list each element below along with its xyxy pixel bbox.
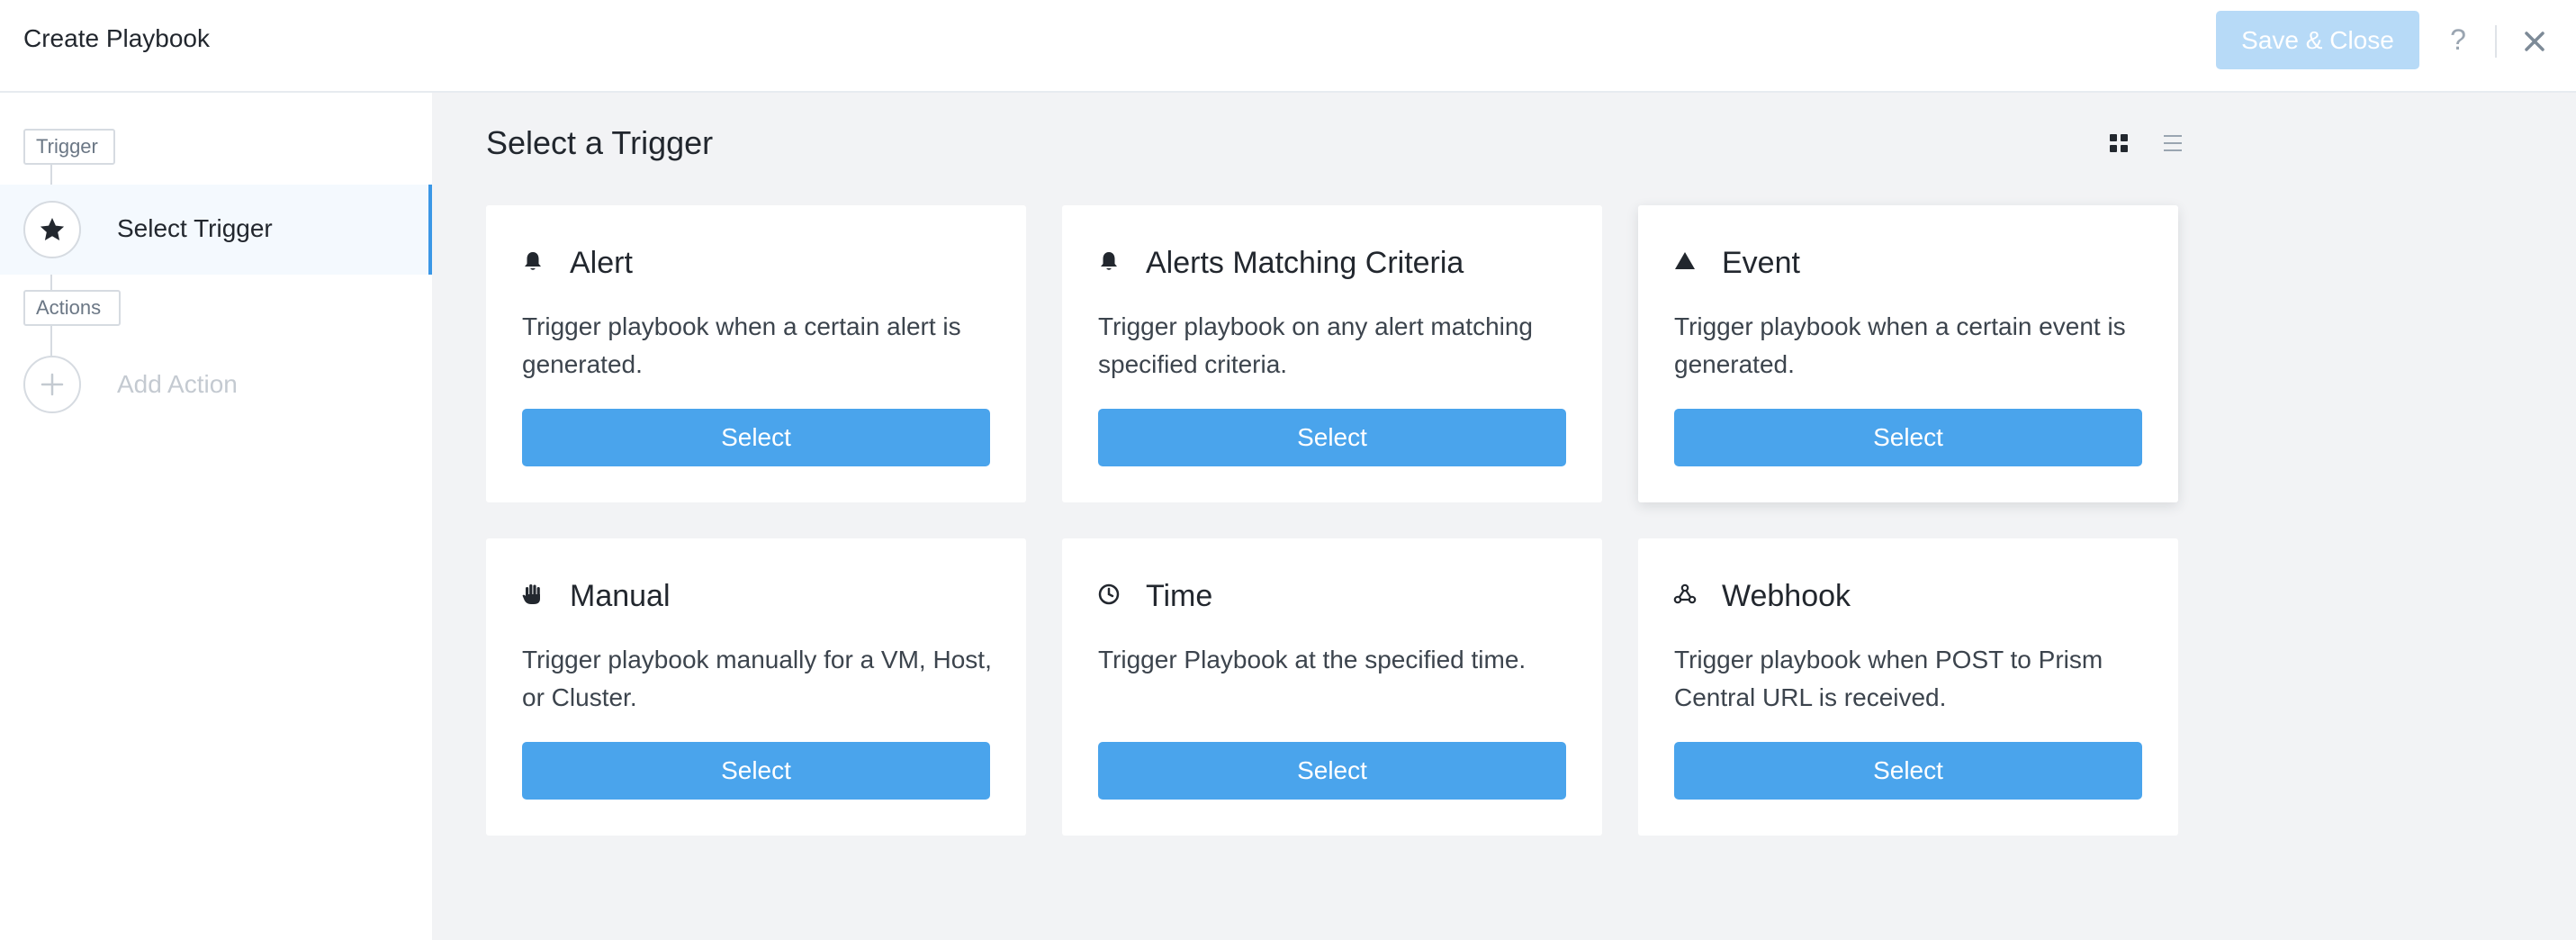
step-connector [50,275,52,290]
card-title: Alert [570,246,633,280]
step-label: Select Trigger [117,214,273,242]
section-title: Select a Trigger [486,124,714,161]
grid-view-icon[interactable] [2103,127,2135,159]
card-title: Event [1722,246,1800,280]
star-icon [40,218,65,240]
card-description: Trigger playbook when a certain event is… [1674,312,2126,378]
select-button[interactable]: Select [1674,742,2142,800]
trigger-section-tag: Trigger [23,129,115,165]
select-button[interactable]: Select [522,409,990,466]
card-title: Webhook [1722,579,1851,613]
card-description: Trigger playbook manually for a VM, Host… [522,646,992,711]
select-button[interactable]: Select [522,742,990,800]
main-content: Select a Trigger Alert Trigger playbook … [432,93,2576,940]
card-title: Manual [570,579,671,613]
card-description: Trigger playbook when POST to Prism Cent… [1674,646,2103,711]
card-description: Trigger playbook when a certain alert is… [522,312,961,378]
trigger-card-alert: Alert Trigger playbook when a certain al… [486,205,1026,502]
trigger-card-webhook: Webhook Trigger playbook when POST to Pr… [1638,538,2178,836]
step-circle [23,356,81,413]
header: Create Playbook Save & Close ? [0,0,2576,93]
save-close-button[interactable]: Save & Close [2216,11,2419,69]
actions-section-tag: Actions [23,290,121,326]
select-button[interactable]: Select [1098,742,1566,800]
hand-icon [520,582,545,607]
step-connector [50,165,52,185]
help-button[interactable]: ? [2445,20,2472,59]
bell-icon [520,249,545,274]
card-description: Trigger playbook on any alert matching s… [1098,312,1533,378]
trigger-card-event: Event Trigger playbook when a certain ev… [1638,205,2178,502]
webhook-icon [1672,582,1698,607]
step-label: Add Action [117,370,238,398]
trigger-card-time: Time Trigger Playbook at the specified t… [1062,538,1602,836]
trigger-card-manual: Manual Trigger playbook manually for a V… [486,538,1026,836]
sidebar-step-add-action[interactable]: Add Action [0,356,432,428]
bell-icon [1096,249,1121,274]
select-button[interactable]: Select [1674,409,2142,466]
header-divider [2495,25,2497,58]
list-view-icon[interactable] [2157,127,2189,159]
trigger-card-alerts-matching-criteria: Alerts Matching Criteria Trigger playboo… [1062,205,1602,502]
step-circle [23,201,81,258]
sidebar-step-select-trigger[interactable]: Select Trigger [0,185,432,275]
page-title: Create Playbook [23,24,211,52]
steps-sidebar: Trigger Select Trigger Actions Add Actio… [0,93,432,940]
plus-icon [41,373,64,396]
card-description: Trigger Playbook at the specified time. [1098,646,1527,673]
clock-icon [1096,582,1121,607]
card-title: Time [1146,579,1213,613]
close-icon[interactable] [2517,23,2553,59]
step-connector [50,326,52,356]
select-button[interactable]: Select [1098,409,1566,466]
triangle-icon [1672,249,1698,274]
card-title: Alerts Matching Criteria [1146,246,1464,280]
